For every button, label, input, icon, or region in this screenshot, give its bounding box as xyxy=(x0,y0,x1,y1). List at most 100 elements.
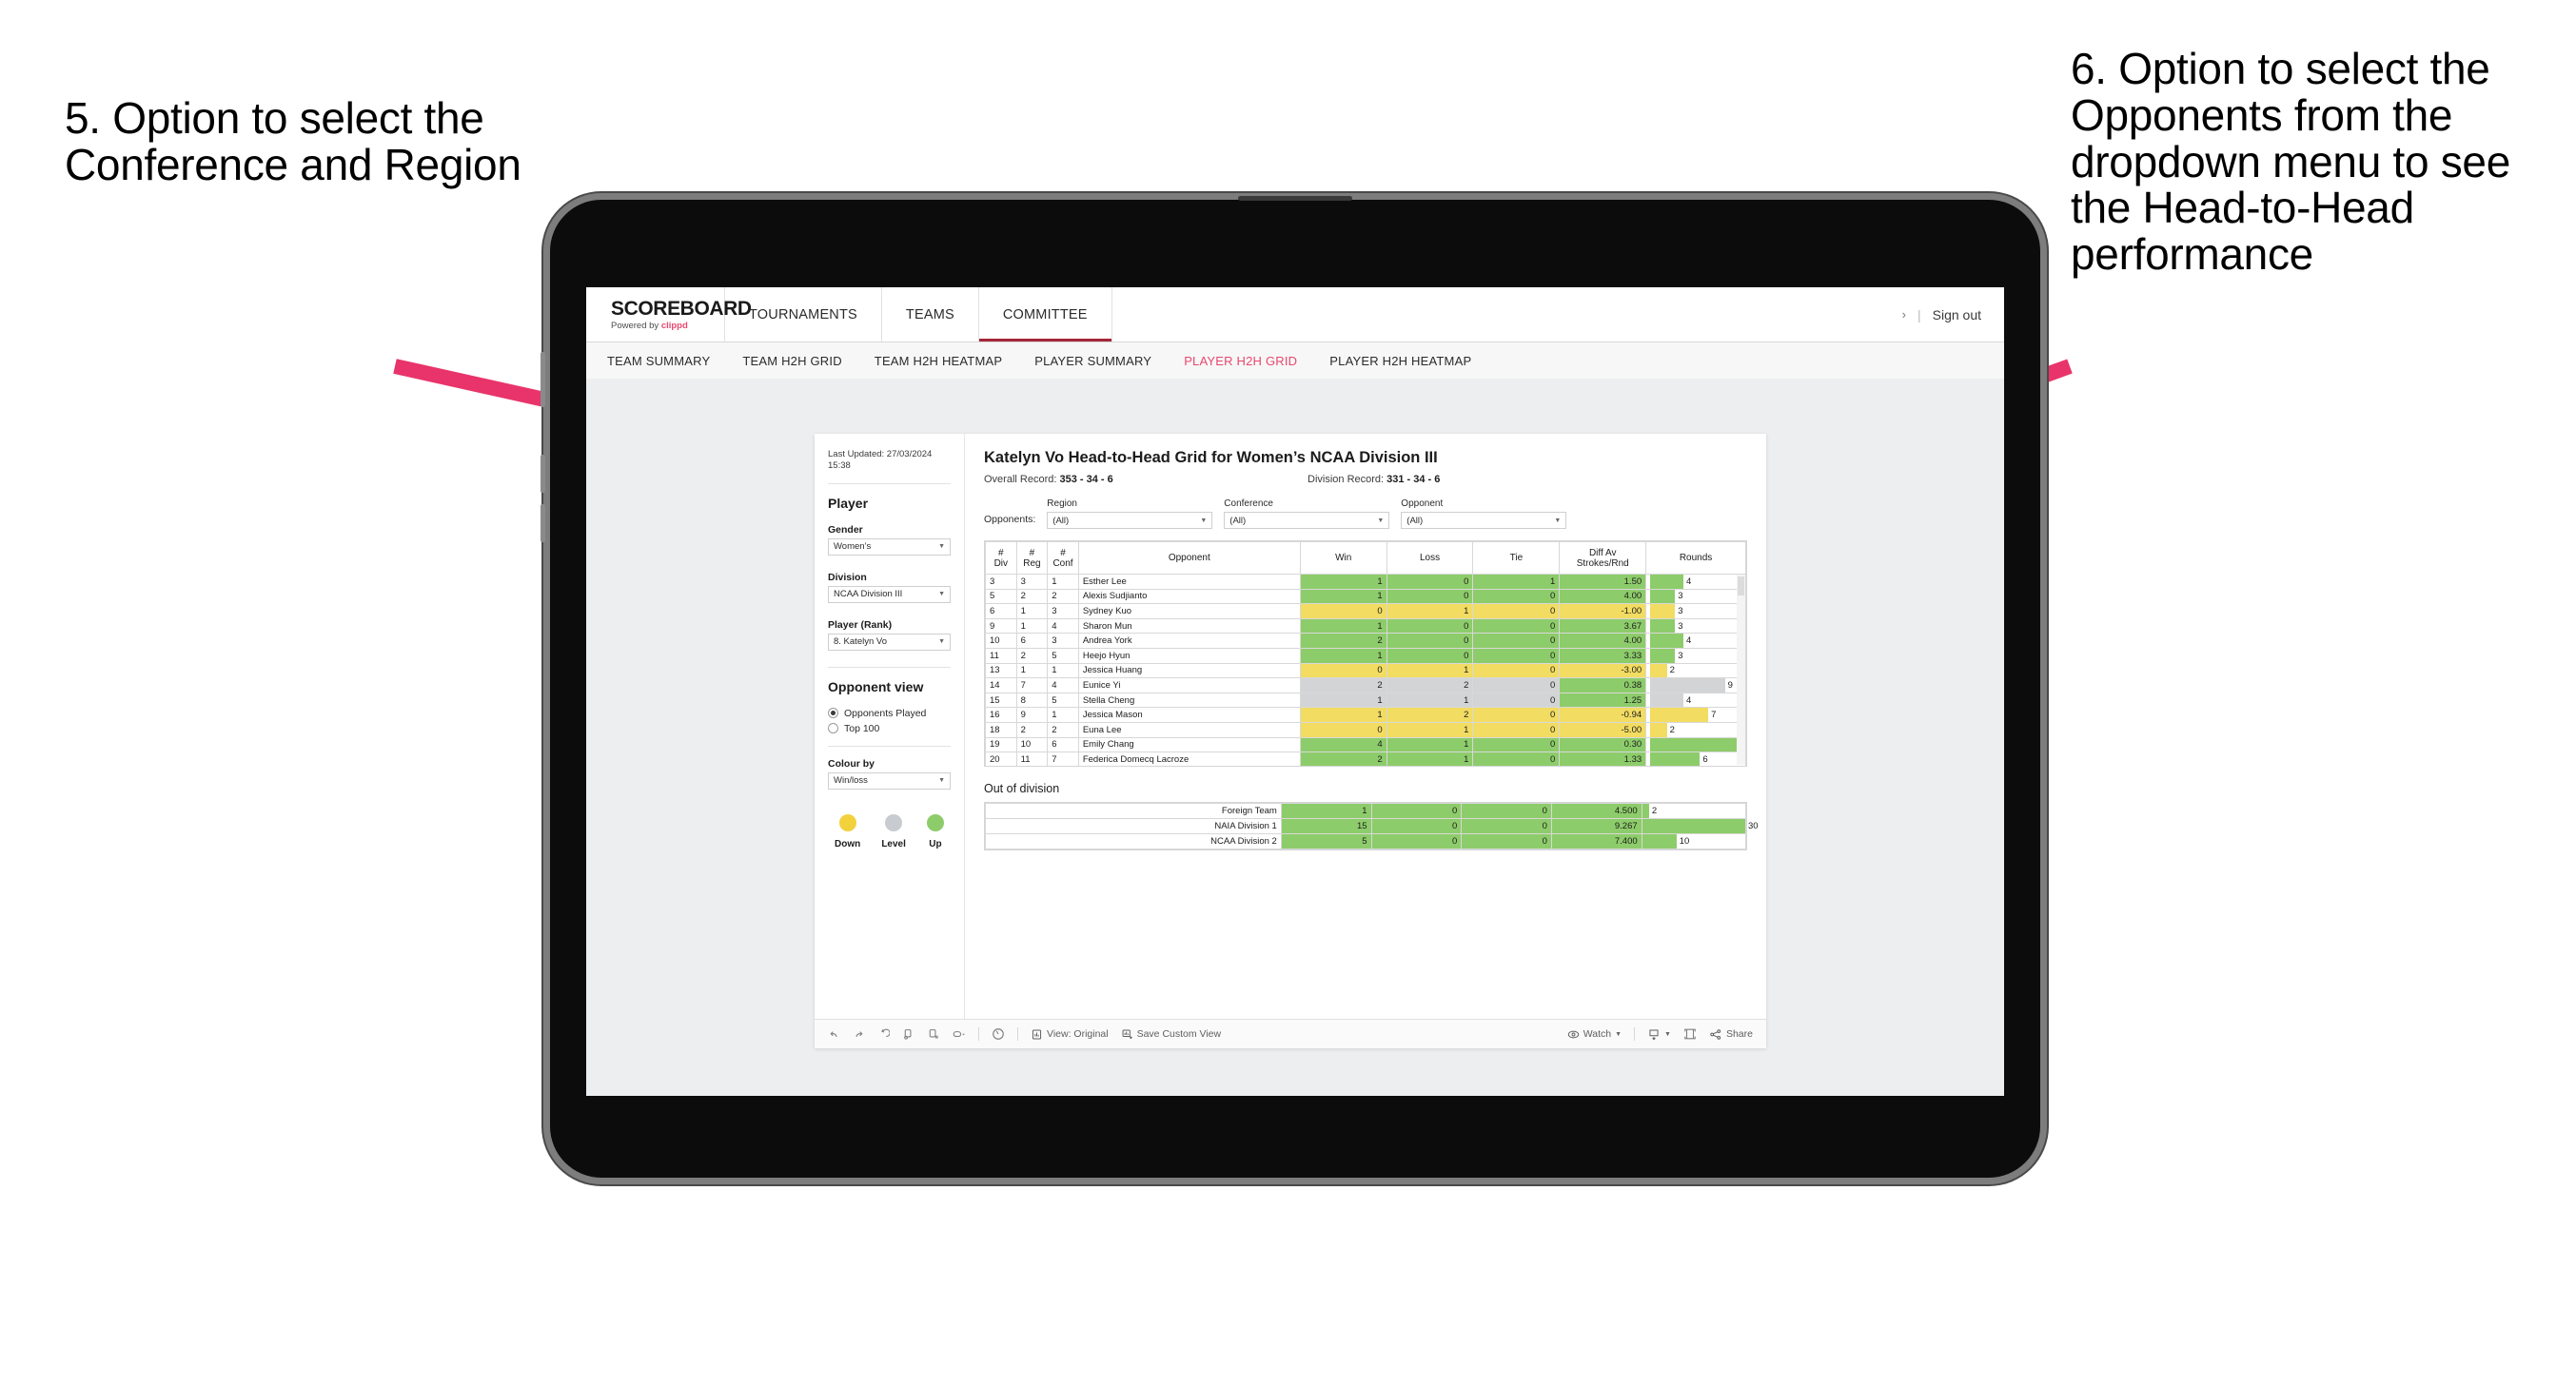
conf-cell: 4 xyxy=(1047,677,1079,693)
h2h-grid-head: # Div # Reg # Conf Opponent Win Loss Tie Di… xyxy=(985,541,1746,575)
h2h-grid-container[interactable]: # Div # Reg # Conf Opponent Win Loss Tie Di… xyxy=(984,540,1747,767)
col-header-reg[interactable]: # Reg xyxy=(1015,541,1049,575)
sign-out-link[interactable]: Sign out xyxy=(1933,307,1981,322)
reg-cell: 8 xyxy=(1015,692,1049,709)
grid-vertical-scrollbar[interactable] xyxy=(1737,575,1745,765)
out-of-division-row[interactable]: Foreign Team 1 0 0 4.500 2 xyxy=(985,803,1747,819)
tab-team-summary[interactable]: TEAM SUMMARY xyxy=(607,354,710,368)
download-icon xyxy=(1649,1029,1659,1040)
table-row[interactable]: 16 9 1 Jessica Mason 1 2 0 -0.94 7 xyxy=(985,707,1746,723)
gender-select[interactable]: Women’s ▼ xyxy=(828,537,951,556)
region-filter-select[interactable]: (All) ▼ xyxy=(1047,512,1213,529)
tab-team-h2h-grid[interactable]: TEAM H2H GRID xyxy=(742,354,841,368)
division-record-value: 331 - 34 - 6 xyxy=(1386,474,1441,485)
gender-field-group: Gender Women’s ▼ xyxy=(828,524,951,556)
power-button[interactable] xyxy=(541,352,545,407)
sub-navigation-bar: TEAM SUMMARY TEAM H2H GRID TEAM H2H HEAT… xyxy=(586,342,2004,380)
watch-button[interactable]: Watch ▼ xyxy=(1567,1028,1622,1041)
div-cell: 5 xyxy=(985,588,1017,605)
table-row[interactable]: 9 1 4 Sharon Mun 1 0 0 3.67 3 xyxy=(985,617,1746,634)
sidebar-divider-2 xyxy=(828,666,951,668)
last-updated-text: Last Updated: 27/03/2024 15:38 xyxy=(828,449,933,471)
nav-item-tournaments[interactable]: TOURNAMENTS xyxy=(725,287,882,342)
reg-cell: 11 xyxy=(1015,752,1049,766)
win-cell: 1 xyxy=(1299,588,1387,605)
table-row[interactable]: 14 7 4 Eunice Yi 2 2 0 0.38 9 xyxy=(985,677,1746,693)
out-of-division-row[interactable]: NAIA Division 1 15 0 0 9.267 30 xyxy=(985,818,1759,834)
pause-icon[interactable] xyxy=(927,1028,939,1041)
save-custom-view-button[interactable]: Save Custom View xyxy=(1121,1028,1221,1041)
col-header-rounds[interactable]: Rounds xyxy=(1645,541,1746,575)
col-header-win[interactable]: Win xyxy=(1299,541,1387,575)
grid-scroll-thumb[interactable] xyxy=(1738,576,1744,595)
dashboard-body: Last Updated: 27/03/2024 15:38 Player Ge… xyxy=(815,434,1766,1019)
download-button[interactable]: ▼ xyxy=(1647,1028,1671,1041)
loss-cell: 0 xyxy=(1386,588,1474,605)
opponent-filter-select[interactable]: (All) ▼ xyxy=(1401,512,1567,529)
table-row[interactable]: 18 2 2 Euna Lee 0 1 0 -5.00 2 xyxy=(985,721,1746,738)
opponent-cell: Jessica Mason xyxy=(1077,707,1301,723)
revert-icon[interactable] xyxy=(877,1028,890,1041)
opponent-cell: Euna Lee xyxy=(1077,721,1301,738)
fullscreen-icon[interactable] xyxy=(1683,1027,1697,1041)
region-filter-value: (All) xyxy=(1052,515,1070,526)
tab-player-h2h-grid[interactable]: PLAYER H2H GRID xyxy=(1184,354,1297,368)
col-header-opponent[interactable]: Opponent xyxy=(1077,541,1301,575)
opponent-cell: Emily Chang xyxy=(1077,736,1301,753)
table-row[interactable]: 6 1 3 Sydney Kuo 0 1 0 -1.00 3 xyxy=(985,603,1746,619)
col-header-tie[interactable]: Tie xyxy=(1472,541,1561,575)
volume-down-button[interactable] xyxy=(541,504,545,542)
table-row[interactable]: 10 6 3 Andrea York 2 0 0 4.00 4 xyxy=(985,633,1746,649)
opponents-filter-label: Opponents: xyxy=(984,514,1036,525)
div-cell: 19 xyxy=(985,736,1017,753)
sidebar-divider-1 xyxy=(828,482,951,484)
share-button[interactable]: Share xyxy=(1709,1028,1753,1041)
out-of-division-row[interactable]: NCAA Division 2 5 0 0 7.400 10 xyxy=(985,833,1747,849)
div-cell: 3 xyxy=(985,574,1017,590)
diff-cell: 1.25 xyxy=(1559,692,1647,709)
volume-up-button[interactable] xyxy=(541,455,545,493)
reg-cell: 1 xyxy=(1015,617,1049,634)
highlight-icon[interactable] xyxy=(952,1028,966,1041)
chevron-right-icon[interactable]: › xyxy=(1902,307,1906,322)
nav-item-teams[interactable]: TEAMS xyxy=(882,287,979,342)
win-cell: 2 xyxy=(1299,633,1387,649)
diff-cell: -5.00 xyxy=(1559,721,1647,738)
radio-top-100[interactable]: Top 100 xyxy=(828,723,951,734)
brand-logo[interactable]: SCOREBOARD Powered by clippd xyxy=(586,287,752,342)
view-original-button[interactable]: View: Original xyxy=(1031,1028,1109,1041)
table-row[interactable]: 13 1 1 Jessica Huang 0 1 0 -3.00 2 xyxy=(985,662,1746,679)
table-row[interactable]: 20 11 7 Federica Domecq Lacroze 2 1 0 1.33 6 xyxy=(985,752,1746,766)
div-cell: 6 xyxy=(985,603,1017,619)
table-row[interactable]: 5 2 2 Alexis Sudjianto 1 0 0 4.00 3 xyxy=(985,588,1746,605)
player-rank-select-value: 8. Katelyn Vo xyxy=(834,636,887,648)
table-row[interactable]: 3 3 1 Esther Lee 1 0 1 1.50 4 xyxy=(985,574,1746,590)
nav-item-committee[interactable]: COMMITTEE xyxy=(978,287,1112,342)
nav-divider: | xyxy=(1917,306,1921,322)
col-header-div[interactable]: # Div xyxy=(985,541,1017,575)
col-header-conf[interactable]: # Conf xyxy=(1047,541,1079,575)
tab-player-summary[interactable]: PLAYER SUMMARY xyxy=(1034,354,1151,368)
redo-icon[interactable] xyxy=(853,1028,865,1041)
div-cell: 18 xyxy=(985,721,1017,738)
presentation-mode-icon[interactable] xyxy=(992,1027,1005,1041)
table-row[interactable]: 19106Emily Chang4100.3011 xyxy=(985,736,1746,753)
table-row[interactable]: 15 8 5 Stella Cheng 1 1 0 1.25 4 xyxy=(985,692,1746,709)
col-header-loss[interactable]: Loss xyxy=(1386,541,1474,575)
tab-player-h2h-heatmap[interactable]: PLAYER H2H HEATMAP xyxy=(1329,354,1471,368)
reg-cell: 3 xyxy=(1015,574,1049,590)
col-header-diff[interactable]: Diff Av Strokes/Rnd xyxy=(1559,541,1647,575)
table-row[interactable]: 11 2 5 Heejo Hyun 1 0 0 3.33 3 xyxy=(985,647,1746,664)
rounds-cell: 4 xyxy=(1645,692,1746,709)
radio-opponents-played[interactable]: Opponents Played xyxy=(828,708,951,719)
conference-filter-select[interactable]: (All) ▼ xyxy=(1224,512,1390,529)
refresh-icon[interactable] xyxy=(902,1028,914,1041)
opponent-cell: Andrea York xyxy=(1077,633,1301,649)
rounds-cell: 4 xyxy=(1645,574,1746,590)
player-rank-select[interactable]: 8. Katelyn Vo ▼ xyxy=(828,633,951,651)
rounds-cell: 3 xyxy=(1645,647,1746,664)
undo-icon[interactable] xyxy=(828,1028,840,1041)
colour-by-select[interactable]: Win/loss ▼ xyxy=(828,771,951,790)
tab-team-h2h-heatmap[interactable]: TEAM H2H HEATMAP xyxy=(875,354,1002,368)
division-select[interactable]: NCAA Division III ▼ xyxy=(828,585,951,603)
